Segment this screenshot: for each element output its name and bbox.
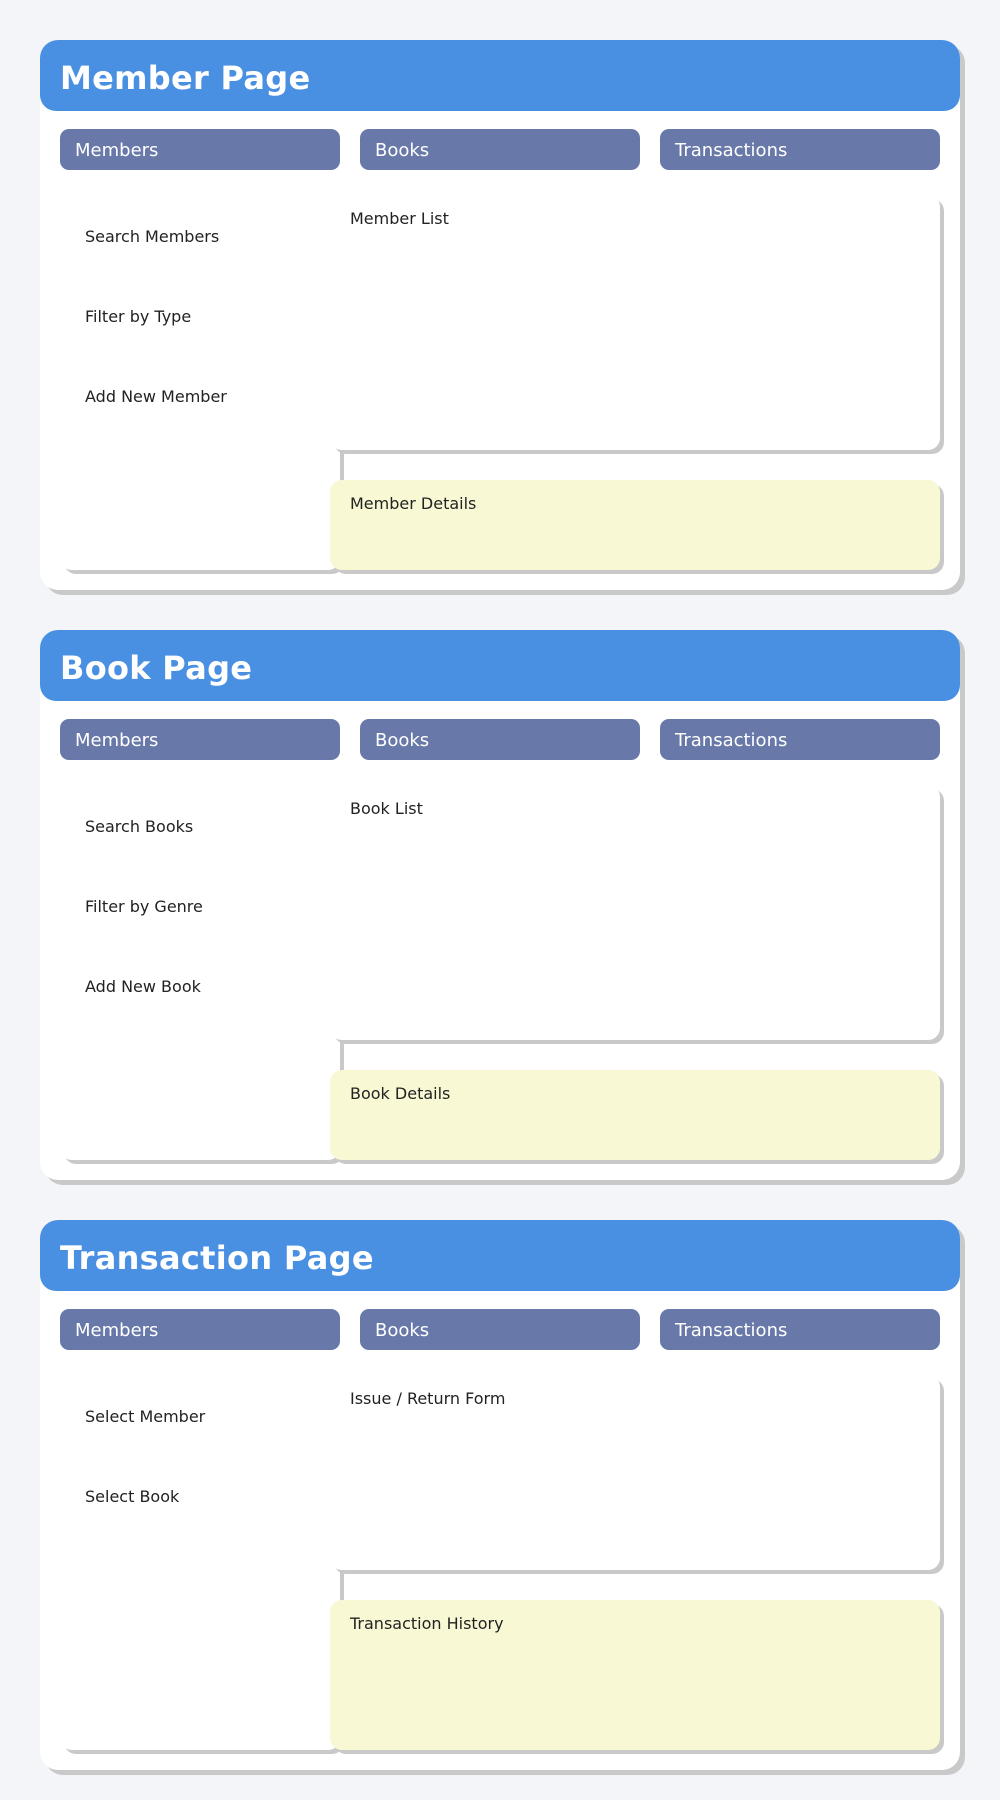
sidebar-item-filter-by-genre[interactable]: Filter by Genre xyxy=(85,897,203,916)
sidebar-item-select-member[interactable]: Select Member xyxy=(85,1407,205,1426)
sidebar-item-add-new-member[interactable]: Add New Member xyxy=(85,387,227,406)
sidebar-item-filter-by-type[interactable]: Filter by Type xyxy=(85,307,191,326)
transaction-history-panel: Transaction History xyxy=(330,1600,940,1750)
nav-tabs: Members Books Transactions xyxy=(60,719,940,760)
member-page-card: Member Page Members Books Transactions S… xyxy=(40,40,960,590)
tab-transactions[interactable]: Transactions xyxy=(660,1309,940,1350)
member-list-panel: Member List xyxy=(330,195,940,450)
member-details-panel: Member Details xyxy=(330,480,940,570)
book-details-label: Book Details xyxy=(350,1084,451,1103)
sidebar-item-search-members[interactable]: Search Members xyxy=(85,227,219,246)
book-list-panel: Book List xyxy=(330,785,940,1040)
transaction-page-card: Transaction Page Members Books Transacti… xyxy=(40,1220,960,1770)
sidebar-item-add-new-book[interactable]: Add New Book xyxy=(85,977,201,996)
tab-books[interactable]: Books xyxy=(360,719,640,760)
book-details-panel: Book Details xyxy=(330,1070,940,1160)
sidebar: Search Books Filter by Genre Add New Boo… xyxy=(60,785,340,1160)
sidebar: Search Members Filter by Type Add New Me… xyxy=(60,195,340,570)
tab-transactions[interactable]: Transactions xyxy=(660,719,940,760)
tab-books[interactable]: Books xyxy=(360,129,640,170)
tab-books[interactable]: Books xyxy=(360,1309,640,1350)
book-list-label: Book List xyxy=(350,799,423,818)
issue-return-form-panel: Issue / Return Form xyxy=(330,1375,940,1570)
tab-members[interactable]: Members xyxy=(60,719,340,760)
tab-members[interactable]: Members xyxy=(60,1309,340,1350)
nav-tabs: Members Books Transactions xyxy=(60,1309,940,1350)
page-title: Member Page xyxy=(40,40,960,111)
member-details-label: Member Details xyxy=(350,494,477,513)
nav-tabs: Members Books Transactions xyxy=(60,129,940,170)
sidebar-item-search-books[interactable]: Search Books xyxy=(85,817,193,836)
sidebar: Select Member Select Book xyxy=(60,1375,340,1750)
tab-members[interactable]: Members xyxy=(60,129,340,170)
page-title: Book Page xyxy=(40,630,960,701)
transaction-history-label: Transaction History xyxy=(350,1614,504,1633)
book-page-card: Book Page Members Books Transactions Sea… xyxy=(40,630,960,1180)
page-title: Transaction Page xyxy=(40,1220,960,1291)
issue-return-form-label: Issue / Return Form xyxy=(350,1389,506,1408)
sidebar-item-select-book[interactable]: Select Book xyxy=(85,1487,179,1506)
tab-transactions[interactable]: Transactions xyxy=(660,129,940,170)
member-list-label: Member List xyxy=(350,209,449,228)
